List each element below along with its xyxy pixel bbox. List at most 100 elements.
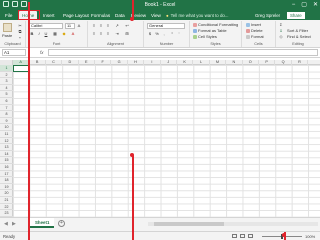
tab-data[interactable]: Data	[112, 11, 128, 20]
row-header[interactable]: 1	[0, 65, 13, 72]
percent-button[interactable]: %	[154, 31, 160, 36]
row-header[interactable]: 8	[0, 111, 13, 118]
annotation-box-home-tab	[18, 10, 40, 20]
sort-filter-button[interactable]: Sort & Filter	[287, 28, 308, 33]
row-header[interactable]: 16	[0, 164, 13, 171]
format-as-table-button[interactable]: Format as Table	[193, 28, 227, 33]
formula-input[interactable]	[48, 49, 318, 56]
clipboard-group: Paste ✂ ⧉ ⌁ Clipboard	[0, 21, 26, 47]
add-sheet-button[interactable]: +	[58, 220, 65, 227]
row-header[interactable]: 7	[0, 105, 13, 112]
tell-me-search[interactable]: ● Tell me what you want to do...	[166, 11, 229, 20]
next-sheet-icon[interactable]: ▶	[12, 221, 16, 227]
row-headers: 1 2 3 4 5 6 7 8 9 10 11 12 13 14 15 16 17 18 19 20 21 22 23	[0, 65, 13, 217]
row-header[interactable]: 13	[0, 144, 13, 151]
tab-file[interactable]: File	[2, 11, 15, 20]
paste-icon[interactable]	[3, 23, 12, 32]
delete-button[interactable]: Delete	[246, 28, 263, 33]
insert-function-icon[interactable]: fx	[40, 49, 43, 56]
maximize-button[interactable]: ▢	[301, 1, 307, 9]
row-header[interactable]: 2	[0, 72, 13, 79]
scrollbar-thumb[interactable]	[154, 222, 224, 226]
row-header[interactable]: 19	[0, 184, 13, 191]
align-bottom-icon[interactable]: ≡	[105, 23, 111, 28]
sheet-tab[interactable]: Sheet1	[30, 218, 55, 228]
row-header[interactable]: 17	[0, 171, 13, 178]
format-as-table-label: Format as Table	[198, 28, 227, 33]
align-center-icon[interactable]: ≡	[98, 31, 104, 36]
align-middle-icon[interactable]: ≡	[98, 23, 104, 28]
align-top-icon[interactable]: ≡	[91, 23, 97, 28]
borders-icon[interactable]: ▦	[52, 31, 58, 36]
row-header[interactable]: 3	[0, 78, 13, 85]
row-header[interactable]: 4	[0, 85, 13, 92]
row-header[interactable]: 14	[0, 151, 13, 158]
editing-group: Σ ⇓ ◇ Sort & Filter Find & Select Editin…	[276, 21, 320, 47]
grow-font-icon[interactable]: A	[76, 23, 82, 28]
align-left-icon[interactable]: ≡	[91, 31, 97, 36]
conditional-formatting-label: Conditional Formatting	[198, 22, 239, 27]
editing-group-label: Editing	[292, 42, 304, 46]
row-header[interactable]: 15	[0, 157, 13, 164]
cell-grid[interactable]	[13, 65, 320, 217]
close-button[interactable]: ✕	[313, 1, 318, 9]
bold-button[interactable]: B	[29, 31, 35, 36]
row-header[interactable]: 18	[0, 177, 13, 184]
row-header[interactable]: 10	[0, 124, 13, 131]
name-box[interactable]: A1	[2, 49, 26, 56]
number-format-dropdown[interactable]: General	[147, 23, 185, 29]
account-name[interactable]: Greg Spreler	[255, 11, 280, 20]
row-header[interactable]: 20	[0, 190, 13, 197]
minimize-button[interactable]: −	[292, 1, 296, 9]
insert-button[interactable]: Insert	[246, 22, 261, 27]
row-header[interactable]: 22	[0, 204, 13, 211]
font-size-dropdown[interactable]: 11	[65, 23, 75, 29]
font-color-icon[interactable]: A	[70, 31, 76, 36]
cells-group: Insert Delete Format Cells	[242, 21, 276, 47]
conditional-formatting-button[interactable]: Conditional Formatting	[193, 22, 238, 27]
row-header[interactable]: 23	[0, 210, 13, 217]
currency-button[interactable]: $	[147, 31, 153, 36]
zoom-level[interactable]: 100%	[305, 233, 315, 240]
autosum-icon[interactable]: Σ	[278, 22, 284, 27]
share-button[interactable]: Share	[287, 12, 305, 19]
align-right-icon[interactable]: ≡	[105, 31, 111, 36]
wrap-text-icon[interactable]: ↩	[124, 23, 130, 28]
font-name-dropdown[interactable]: Calibri	[29, 23, 63, 29]
tab-formulas[interactable]: Formulas	[88, 11, 113, 20]
normal-view-icon[interactable]	[232, 234, 237, 238]
indent-icon[interactable]: ⇥	[114, 31, 120, 36]
comma-style-icon[interactable]: ,	[161, 31, 167, 36]
fill-icon[interactable]: ⇓	[278, 28, 284, 33]
copy-icon[interactable]: ⧉	[17, 29, 23, 34]
cell-styles-button[interactable]: Cell Styles	[193, 34, 217, 39]
format-painter-icon[interactable]: ⌁	[17, 35, 23, 40]
page-layout-view-icon[interactable]	[240, 234, 245, 238]
italic-button[interactable]: I	[36, 31, 42, 36]
tab-insert[interactable]: Insert	[40, 11, 58, 20]
fill-color-icon[interactable]: ◆	[61, 31, 67, 36]
row-header[interactable]: 12	[0, 138, 13, 145]
row-header[interactable]: 11	[0, 131, 13, 138]
increase-decimal-icon[interactable]: ⁺	[169, 31, 175, 36]
orientation-icon[interactable]: ↗	[114, 23, 120, 28]
merge-center-icon[interactable]: ⊞	[124, 31, 130, 36]
format-label: Format	[251, 34, 264, 39]
prev-sheet-icon[interactable]: ◀	[4, 221, 8, 227]
page-break-view-icon[interactable]	[248, 234, 253, 238]
cell-styles-icon	[193, 34, 197, 39]
decrease-decimal-icon[interactable]: ⁻	[176, 31, 182, 36]
paste-label[interactable]: Paste	[2, 33, 12, 38]
tab-view[interactable]: View	[148, 11, 164, 20]
clear-icon[interactable]: ◇	[278, 34, 284, 39]
underline-button[interactable]: U	[43, 31, 49, 36]
row-header[interactable]: 6	[0, 98, 13, 105]
view-buttons	[232, 234, 253, 238]
horizontal-scrollbar[interactable]	[148, 222, 318, 226]
cut-icon[interactable]: ✂	[17, 23, 23, 28]
row-header[interactable]: 5	[0, 91, 13, 98]
row-header[interactable]: 21	[0, 197, 13, 204]
row-header[interactable]: 9	[0, 118, 13, 125]
format-button[interactable]: Format	[246, 34, 264, 39]
find-select-button[interactable]: Find & Select	[287, 34, 311, 39]
